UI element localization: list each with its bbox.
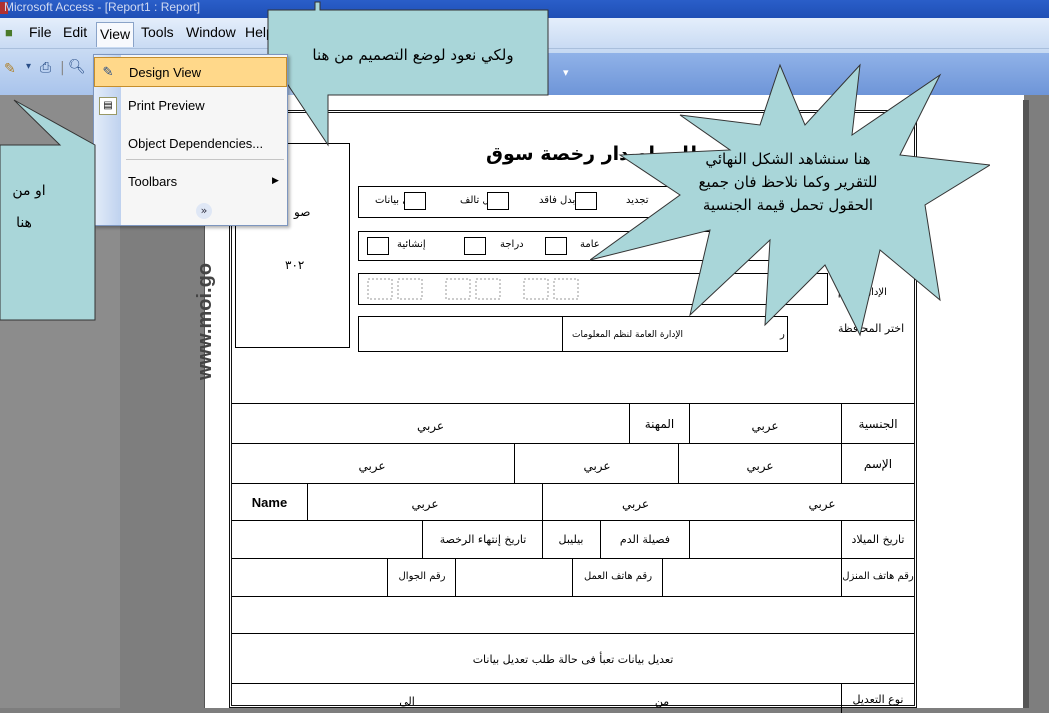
menu-item-print-preview[interactable]: ▤ Print Preview <box>94 91 287 121</box>
separator: | <box>60 60 65 76</box>
menu-file[interactable]: File <box>29 24 52 40</box>
name-value: عربي <box>583 459 611 473</box>
edit-note: تعديل بيانات تعبأ فى حالة طلب تعديل بيان… <box>472 653 674 666</box>
option-label: بدل فاقد <box>539 195 576 206</box>
design-view-icon: ✎ <box>102 64 114 79</box>
mobile-label: رقم الجوال <box>398 571 446 582</box>
photo-code: ٣٠٢ <box>285 258 305 272</box>
name-english-value: عربي <box>621 497 650 511</box>
name-label: الإسم <box>863 457 893 471</box>
from-label: من <box>654 695 670 708</box>
blood-type-value: بيليبل <box>558 533 584 546</box>
option-checkbox[interactable] <box>545 237 567 255</box>
submenu-arrow-icon: ▶ <box>272 175 279 185</box>
menu-item-toolbars[interactable]: Toolbars ▶ <box>94 167 287 197</box>
star-callout-text: هنا سنشاهد الشكل النهائي للتقرير وكما نل… <box>698 150 878 214</box>
menu-separator <box>126 159 284 160</box>
page-shadow <box>1023 100 1029 708</box>
profession-value: عربي <box>416 419 445 433</box>
option-label: إنشائية <box>397 239 426 250</box>
option-checkbox[interactable] <box>487 192 509 210</box>
home-phone-label: رقم هاتف المنزل <box>842 571 914 582</box>
menu-view[interactable]: View <box>96 22 135 47</box>
profession-label: المهنة <box>644 417 675 431</box>
id-digit-boxes <box>367 278 579 300</box>
option-checkbox[interactable] <box>404 192 426 210</box>
name-value: عربي <box>358 459 386 473</box>
star-callout-shape <box>590 63 990 337</box>
view-dropdown-menu: ✎ Design View ▤ Print Preview Object Dep… <box>93 54 288 226</box>
zoom-icon[interactable]: 🔍︎ <box>68 59 86 75</box>
menu-edit[interactable]: Edit <box>63 24 87 40</box>
print-icon[interactable]: ⎙ <box>40 60 51 76</box>
nationality-label: الجنسية <box>858 417 898 431</box>
nationality-value: عربي <box>751 419 779 433</box>
chevron-down-icon[interactable]: ▾ <box>26 61 31 72</box>
expand-menu-icon[interactable]: » <box>196 203 212 219</box>
to-label: الى <box>399 695 415 708</box>
db-window-icon[interactable]: ■ <box>5 25 13 40</box>
photo-label: صو <box>294 205 311 219</box>
blood-type-label: فصيلة الدم <box>619 533 671 546</box>
edit-type-label: نوع التعديل <box>852 693 904 706</box>
top-callout-text: ولكي نعود لوضع التصميم من هنا <box>312 46 514 64</box>
name-english-value: عربي <box>808 497 836 511</box>
left-callout-shape <box>0 99 96 321</box>
menu-tools[interactable]: Tools <box>141 24 174 40</box>
dob-label: تاريخ الميلاد <box>851 533 905 546</box>
left-callout-line1: او من <box>12 183 46 199</box>
name-english-value: عربي <box>411 497 439 511</box>
name-english-label: Name <box>251 495 288 510</box>
name-value: عربي <box>746 459 774 473</box>
design-view-icon[interactable]: ✎ <box>4 61 16 77</box>
left-callout-line2: هنا <box>16 215 32 231</box>
option-label: دراجة <box>500 239 524 250</box>
option-checkbox[interactable] <box>464 237 486 255</box>
work-phone-label: رقم هاتف العمل <box>583 571 653 582</box>
menu-item-object-dependencies[interactable]: Object Dependencies... <box>94 129 287 159</box>
option-checkbox[interactable] <box>367 237 389 255</box>
toolbar-options-icon[interactable]: ▾ <box>563 66 569 79</box>
menu-item-design-view[interactable]: ✎ Design View <box>94 57 287 87</box>
license-expiry-label: تاريخ إنتهاء الرخصة <box>439 533 527 546</box>
window-title: Microsoft Access - [Report1 : Report] <box>4 0 201 14</box>
